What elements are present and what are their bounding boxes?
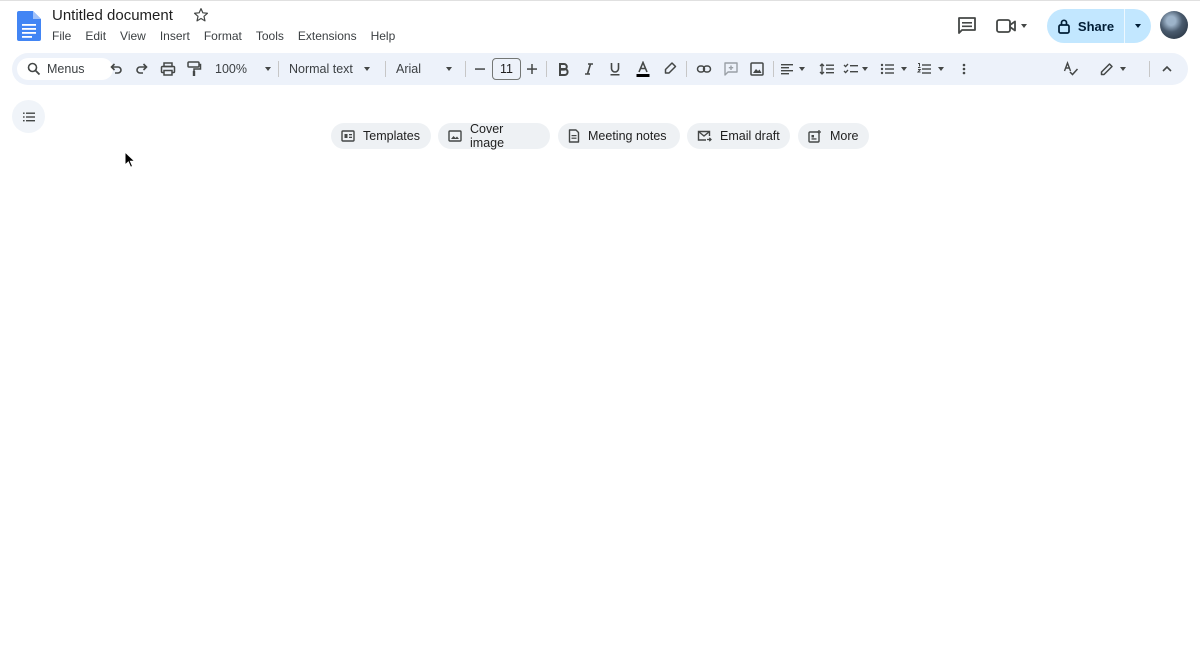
menu-edit[interactable]: Edit — [78, 27, 113, 45]
toolbar-divider — [1149, 61, 1150, 77]
add-comment-icon[interactable] — [723, 61, 739, 77]
cover-image-chip[interactable]: Cover image — [438, 122, 550, 150]
chevron-down-icon — [799, 67, 805, 71]
bold-icon[interactable] — [557, 62, 569, 76]
more-options-icon[interactable] — [960, 62, 968, 76]
cover-image-label: Cover image — [470, 122, 505, 150]
chevron-down-icon — [363, 67, 370, 71]
menus-search-button[interactable]: Menus — [17, 58, 113, 80]
meeting-notes-label: Meeting notes — [588, 129, 667, 143]
highlight-icon[interactable] — [663, 61, 677, 77]
minus-icon[interactable] — [474, 62, 486, 76]
image-icon — [448, 130, 462, 142]
building-blocks-icon — [808, 130, 821, 143]
document-title[interactable]: Untitled document — [52, 7, 173, 25]
document-icon — [568, 129, 580, 143]
more-chip[interactable]: More — [798, 123, 869, 149]
redo-icon[interactable] — [134, 61, 150, 77]
align-button[interactable] — [780, 53, 805, 85]
paragraph-style-value: Normal text — [289, 62, 353, 76]
font-value: Arial — [396, 62, 422, 76]
numbered-list-icon — [917, 63, 931, 74]
menu-format[interactable]: Format — [197, 27, 249, 45]
spellcheck-icon[interactable] — [1063, 61, 1079, 77]
pencil-icon — [1100, 62, 1113, 75]
email-draft-icon — [697, 130, 712, 142]
checklist-icon — [843, 63, 858, 74]
checklist-button[interactable] — [843, 53, 868, 85]
chevron-down-icon — [1021, 24, 1027, 28]
star-icon[interactable] — [192, 6, 210, 24]
email-draft-label: Email draft — [720, 129, 780, 143]
chevron-down-icon — [1135, 24, 1141, 28]
zoom-value: 100% — [215, 62, 247, 76]
link-icon[interactable] — [696, 62, 712, 76]
menu-view[interactable]: View — [113, 27, 153, 45]
templates-icon — [341, 130, 355, 142]
menu-tools[interactable]: Tools — [249, 27, 291, 45]
bulleted-list-icon — [880, 63, 894, 75]
chevron-down-icon — [446, 67, 453, 71]
editing-mode-button[interactable] — [1099, 53, 1126, 85]
outline-list-icon — [22, 112, 35, 121]
window-top-border — [0, 0, 1200, 1]
italic-icon[interactable] — [583, 62, 595, 76]
chevron-down-icon — [901, 67, 907, 71]
video-camera-icon — [996, 19, 1016, 33]
toolbar-divider — [773, 61, 774, 77]
insert-image-icon[interactable] — [749, 61, 765, 77]
chevron-down-icon — [264, 67, 271, 71]
email-draft-chip[interactable]: Email draft — [687, 123, 790, 149]
menu-bar: File Edit View Insert Format Tools Exten… — [45, 27, 402, 45]
bulleted-list-button[interactable] — [880, 53, 907, 85]
menus-search-label: Menus — [47, 62, 85, 76]
share-label: Share — [1077, 18, 1115, 34]
share-options-button[interactable] — [1125, 9, 1151, 43]
meet-button[interactable] — [995, 15, 1031, 37]
toolbar-divider — [686, 61, 687, 77]
zoom-select[interactable]: 100% — [215, 53, 271, 85]
docs-logo-icon[interactable] — [17, 11, 41, 41]
share-divider — [1124, 9, 1125, 43]
chevron-up-icon[interactable] — [1161, 63, 1173, 75]
comment-history-icon[interactable] — [955, 14, 979, 38]
mouse-cursor-icon — [124, 151, 136, 168]
chevron-down-icon — [862, 67, 868, 71]
share-button-group: Share — [1047, 9, 1151, 43]
menu-file[interactable]: File — [45, 27, 78, 45]
line-spacing-icon[interactable] — [819, 62, 835, 76]
menu-insert[interactable]: Insert — [153, 27, 197, 45]
toolbar-divider — [385, 61, 386, 77]
templates-chip[interactable]: Templates — [331, 123, 431, 149]
toolbar-divider — [546, 61, 547, 77]
toolbar-divider — [278, 61, 279, 77]
account-avatar[interactable] — [1160, 11, 1188, 39]
toolbar-divider — [465, 61, 466, 77]
chevron-down-icon — [938, 67, 944, 71]
font-size-input[interactable]: 11 — [492, 58, 521, 80]
document-outline-button[interactable] — [12, 100, 45, 133]
paragraph-style-select[interactable]: Normal text — [289, 53, 370, 85]
underline-icon[interactable] — [609, 61, 621, 77]
align-left-icon — [781, 64, 793, 75]
templates-label: Templates — [363, 129, 420, 143]
toolbar: Menus 100% Normal text Arial 11 — [12, 53, 1188, 85]
numbered-list-button[interactable] — [917, 53, 944, 85]
lock-icon — [1058, 19, 1070, 34]
print-icon[interactable] — [160, 61, 176, 77]
chevron-down-icon — [1120, 67, 1126, 71]
undo-icon[interactable] — [108, 61, 124, 77]
menu-help[interactable]: Help — [364, 27, 403, 45]
text-color-icon[interactable] — [636, 61, 650, 77]
meeting-notes-chip[interactable]: Meeting notes — [558, 123, 680, 149]
menu-extensions[interactable]: Extensions — [291, 27, 364, 45]
search-icon — [27, 62, 41, 76]
paint-format-icon[interactable] — [186, 60, 202, 78]
share-button[interactable]: Share — [1047, 9, 1124, 43]
font-select[interactable]: Arial — [396, 53, 453, 85]
more-label: More — [830, 129, 859, 143]
plus-icon[interactable] — [526, 62, 538, 76]
